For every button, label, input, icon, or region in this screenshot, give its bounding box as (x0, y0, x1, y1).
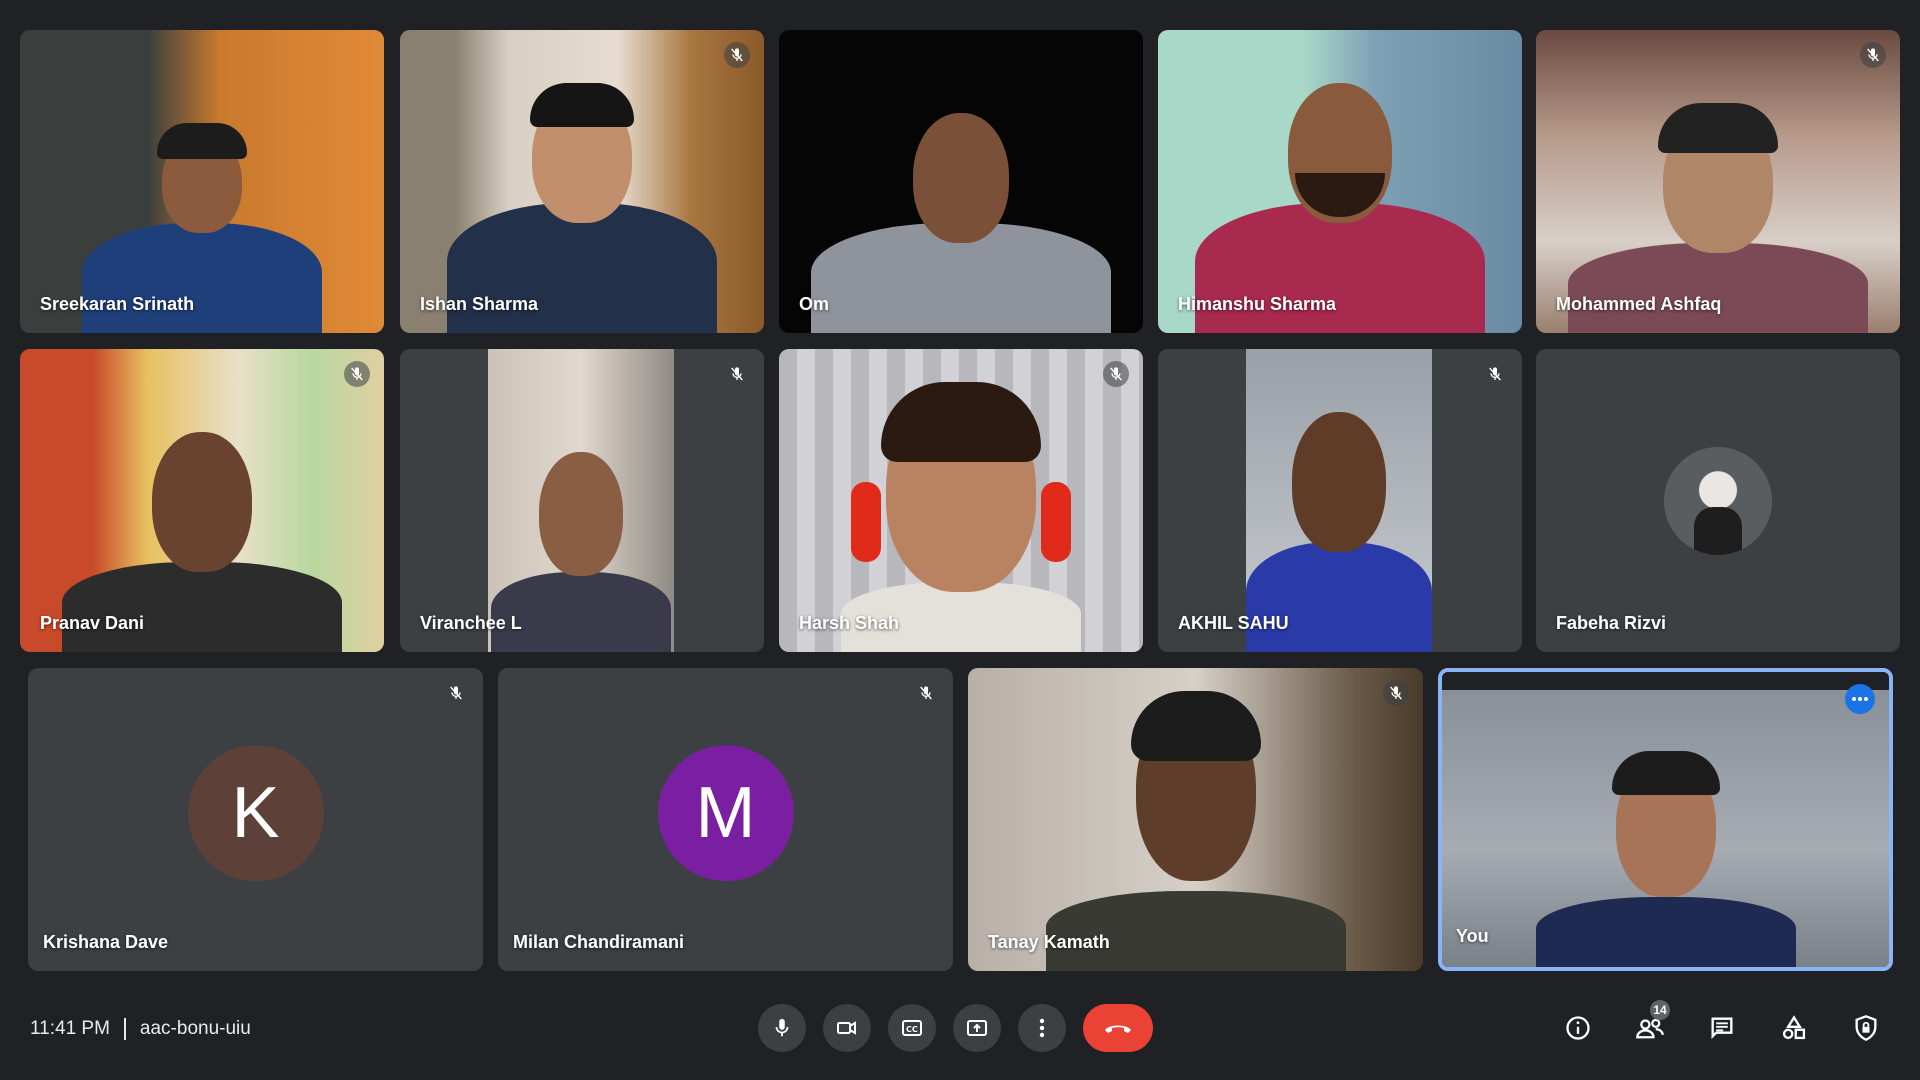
svg-text:CC: CC (906, 1025, 918, 1034)
participant-name: Krishana Dave (43, 932, 169, 952)
leave-call-button[interactable] (1083, 1004, 1153, 1052)
meeting-details-button[interactable] (1554, 1004, 1602, 1052)
participant-name: Milan Chandiramani (513, 932, 685, 952)
participant-name: Sreekaran Srinath (40, 294, 195, 314)
closed-caption-icon: CC (902, 1020, 922, 1036)
participant-tile[interactable]: Mohammed Ashfaq (1536, 30, 1900, 333)
mic-off-icon (913, 680, 939, 706)
mic-off-icon (1383, 680, 1409, 706)
participant-tile[interactable]: Om (779, 30, 1143, 333)
host-controls-button[interactable] (1842, 1004, 1890, 1052)
participant-tile[interactable]: Viranchee L (400, 349, 764, 652)
participant-figure (1190, 43, 1490, 333)
camera-button[interactable] (823, 1004, 871, 1052)
participant-name: Harsh Shah (799, 613, 900, 633)
meeting-info: 11:41 PM aac-bonu-uiu (30, 1018, 251, 1040)
activities-button[interactable] (1770, 1004, 1818, 1052)
more-options-button[interactable] (1018, 1004, 1066, 1052)
mic-off-icon (443, 680, 469, 706)
participant-name: Ishan Sharma (420, 294, 539, 314)
mic-off-icon (724, 42, 750, 68)
more-options-button[interactable] (1845, 684, 1875, 714)
mic-off-icon (1860, 42, 1886, 68)
participant-tile[interactable]: Fabeha Rizvi (1536, 349, 1900, 652)
chat-button[interactable] (1698, 1004, 1746, 1052)
self-view-tile[interactable]: You (1438, 668, 1893, 971)
participant-tile[interactable]: Ishan Sharma (400, 30, 764, 333)
mic-off-icon (1103, 361, 1129, 387)
call-end-icon (1105, 1025, 1131, 1033)
meeting-code: aac-bonu-uiu (139, 1018, 251, 1039)
participant-figure (811, 73, 1111, 333)
avatar: M (657, 744, 794, 881)
participant-name: Pranav Dani (40, 613, 145, 633)
more-vert-icon (1039, 1018, 1045, 1038)
info-icon (1566, 1016, 1590, 1040)
participant-count-badge: 14 (1650, 1000, 1670, 1020)
participant-name: Mohammed Ashfaq (1556, 294, 1722, 314)
participant-tile[interactable]: Sreekaran Srinath (20, 30, 384, 333)
participant-tile[interactable]: Pranav Dani (20, 349, 384, 652)
divider (123, 1018, 126, 1040)
mic-icon (775, 1018, 789, 1037)
participant-name: Viranchee L (420, 613, 522, 633)
present-button[interactable] (953, 1004, 1001, 1052)
participant-tile[interactable]: AKHIL SAHU (1158, 349, 1522, 652)
participant-figure (1535, 737, 1796, 967)
participant-tile[interactable]: Harsh Shah (779, 349, 1143, 652)
participant-name: AKHIL SAHU (1178, 613, 1289, 633)
present-screen-icon (967, 1020, 987, 1036)
participant-tile[interactable]: M Milan Chandiramani (498, 668, 953, 971)
participant-tile[interactable]: K Krishana Dave (28, 668, 483, 971)
mic-off-icon (344, 361, 370, 387)
meeting-time: 11:41 PM (30, 1018, 110, 1039)
avatar (1664, 446, 1772, 555)
participant-name: You (1456, 926, 1489, 946)
participant-figure (442, 53, 722, 333)
participant-figure (1045, 681, 1346, 971)
microphone-button[interactable] (758, 1004, 806, 1052)
mic-off-icon (1482, 361, 1508, 387)
video-frame (488, 349, 674, 652)
participant-figure (831, 362, 1091, 652)
participant-name: Himanshu Sharma (1178, 294, 1337, 314)
lock-shield-icon (1855, 1015, 1877, 1041)
chat-icon (1711, 1017, 1733, 1039)
activities-icon (1782, 1015, 1806, 1040)
participant-name: Tanay Kamath (988, 932, 1110, 952)
call-controls: CC (758, 990, 1153, 1052)
participant-tile[interactable]: Tanay Kamath (968, 668, 1423, 971)
participant-name: Fabeha Rizvi (1556, 613, 1667, 633)
bottom-control-bar: 11:41 PM aac-bonu-uiu CC 14 (0, 990, 1920, 1070)
captions-button[interactable]: CC (888, 1004, 936, 1052)
participant-tile[interactable]: Himanshu Sharma (1158, 30, 1522, 333)
people-button[interactable]: 14 (1626, 1000, 1674, 1052)
videocam-icon (837, 1021, 856, 1035)
participant-name: Om (799, 294, 830, 314)
avatar: K (187, 744, 324, 881)
meeting-tools: 14 (1554, 1000, 1890, 1052)
video-frame (1246, 349, 1432, 652)
mic-off-icon (724, 361, 750, 387)
